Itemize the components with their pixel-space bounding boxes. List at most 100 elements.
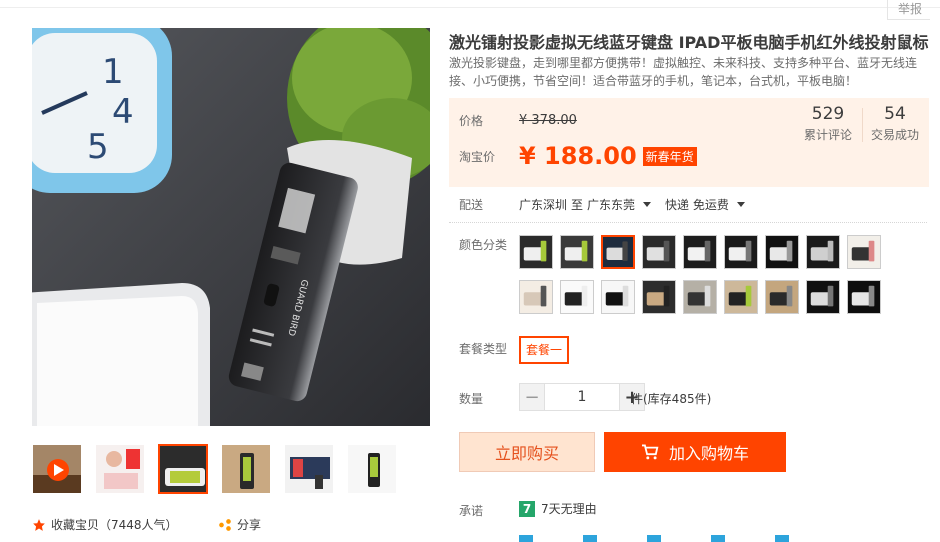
sales-label: 交易成功 — [870, 128, 919, 142]
color-option-7[interactable] — [765, 235, 799, 269]
thumbnail-5[interactable] — [284, 444, 334, 494]
add-to-cart-button[interactable]: 加入购物车 — [604, 432, 786, 472]
package-label: 套餐类型 — [459, 342, 508, 356]
product-photo: 1 4 5 GUARD BIRD — [32, 28, 430, 426]
thumbnail-image — [285, 445, 333, 493]
color-option-15[interactable] — [724, 280, 758, 314]
share-label: 分享 — [237, 518, 262, 532]
color-option-image — [807, 281, 839, 313]
payment-icon — [775, 535, 789, 542]
cart-icon — [641, 444, 659, 460]
color-option-3[interactable] — [601, 235, 635, 269]
color-option-8[interactable] — [806, 235, 840, 269]
color-option-image — [602, 281, 634, 313]
package-option[interactable]: 套餐一 — [519, 336, 570, 364]
thumbnail-image — [96, 445, 144, 493]
shipping-method[interactable]: 快递 免运费 — [665, 196, 729, 213]
payment-icon — [647, 535, 661, 542]
color-option-14[interactable] — [683, 280, 717, 314]
sales-count: 54 — [884, 104, 906, 124]
color-option-image — [766, 236, 798, 268]
thumbnail-2[interactable] — [95, 444, 145, 494]
quantity-label: 数量 — [459, 392, 484, 406]
color-option-image — [848, 281, 880, 313]
add-to-cart-label: 加入购物车 — [668, 444, 749, 463]
chevron-down-icon[interactable] — [643, 202, 652, 207]
main-product-image[interactable]: 1 4 5 GUARD BIRD — [32, 28, 430, 426]
color-option-image — [807, 236, 839, 268]
color-option-image — [643, 236, 675, 268]
shipping-row: 配送 广东深圳 至 广东东莞 快递 免运费 — [459, 196, 759, 213]
thumbnail-video[interactable] — [32, 444, 82, 494]
color-option-17[interactable] — [806, 280, 840, 314]
color-option-6[interactable] — [724, 235, 758, 269]
top-divider — [0, 7, 940, 8]
color-option-image — [725, 281, 757, 313]
color-option-image — [766, 281, 798, 313]
favorite-button[interactable]: 收藏宝贝（7448人气） — [32, 516, 178, 533]
shipping-from: 广东深圳 — [519, 198, 568, 212]
thumbnail-image — [160, 446, 206, 492]
reviews-stat[interactable]: 529 累计评论 — [799, 104, 857, 143]
color-option-16[interactable] — [765, 280, 799, 314]
color-option-9[interactable] — [847, 235, 881, 269]
color-option-image — [561, 281, 593, 313]
svg-text:4: 4 — [112, 92, 134, 132]
thumbnail-6[interactable] — [347, 444, 397, 494]
quantity-stepper: − 1 + — [519, 383, 645, 411]
list-price: ¥ 378.00 — [519, 113, 577, 128]
color-option-4[interactable] — [642, 235, 676, 269]
payment-icon — [583, 535, 597, 542]
product-subtitle: 激光投影键盘，走到哪里都方便携带！虚拟触控、未来科技、支持多种平台、蓝牙无线连接… — [449, 56, 918, 88]
shipping-to-word: 至 — [571, 198, 584, 212]
favorite-label: 收藏宝贝（7448人气） — [51, 518, 178, 532]
payment-icon — [519, 535, 533, 542]
shipping-destination[interactable]: 广东东莞 — [587, 196, 635, 213]
stat-divider — [862, 108, 863, 142]
color-option-image — [603, 237, 633, 267]
thumbnail-image — [348, 445, 396, 493]
color-option-12[interactable] — [601, 280, 635, 314]
promo-badge: 新春年货 — [642, 146, 697, 166]
quantity-input[interactable]: 1 — [545, 383, 619, 411]
svg-text:1: 1 — [102, 52, 124, 92]
color-option-image — [520, 236, 552, 268]
color-option-5[interactable] — [683, 235, 717, 269]
thumbnail-4[interactable] — [221, 444, 271, 494]
svg-text:5: 5 — [87, 127, 109, 167]
shipping-label: 配送 — [459, 198, 484, 212]
color-option-11[interactable] — [560, 280, 594, 314]
share-icon — [219, 518, 231, 531]
chevron-down-icon[interactable] — [736, 202, 745, 207]
share-button[interactable]: 分享 — [218, 516, 261, 533]
video-thumbnail-image — [33, 445, 81, 493]
color-option-image — [848, 236, 880, 268]
color-option-image — [561, 236, 593, 268]
seven-day-icon: 7 — [519, 500, 535, 517]
color-option-10[interactable] — [519, 280, 553, 314]
payment-icons-row — [519, 535, 929, 542]
thumbnail-image — [222, 445, 270, 493]
report-link[interactable]: 举报 — [886, 0, 930, 20]
buy-now-button[interactable]: 立即购买 — [459, 432, 595, 472]
reviews-label: 累计评论 — [803, 128, 852, 142]
color-option-image — [643, 281, 675, 313]
quantity-decrease-button[interactable]: − — [519, 383, 545, 411]
payment-icon — [711, 535, 725, 542]
color-option-image — [520, 281, 552, 313]
star-icon — [33, 518, 45, 531]
promise-text: 7天无理由 — [541, 502, 597, 516]
list-price-row: 价格 ¥ 378.00 — [459, 112, 577, 129]
price-panel: 价格 ¥ 378.00 淘宝价 ¥ 188.00 新春年货 529 累计评论 5… — [449, 98, 929, 187]
thumbnail-3[interactable] — [158, 444, 208, 494]
taobao-price-row: 淘宝价 ¥ 188.00 新春年货 — [459, 142, 697, 170]
color-option-13[interactable] — [642, 280, 676, 314]
color-option-1[interactable] — [519, 235, 553, 269]
taobao-price: ¥ 188.00 — [519, 142, 637, 170]
reviews-count: 529 — [811, 104, 845, 124]
color-option-2[interactable] — [560, 235, 594, 269]
promise-seven-day[interactable]: 7 7天无理由 — [519, 500, 597, 517]
color-option-18[interactable] — [847, 280, 881, 314]
product-title: 激光镭射投影虚拟无线蓝牙键盘 IPAD平板电脑手机红外线投射鼠标 — [449, 33, 929, 52]
color-option-image — [684, 236, 716, 268]
